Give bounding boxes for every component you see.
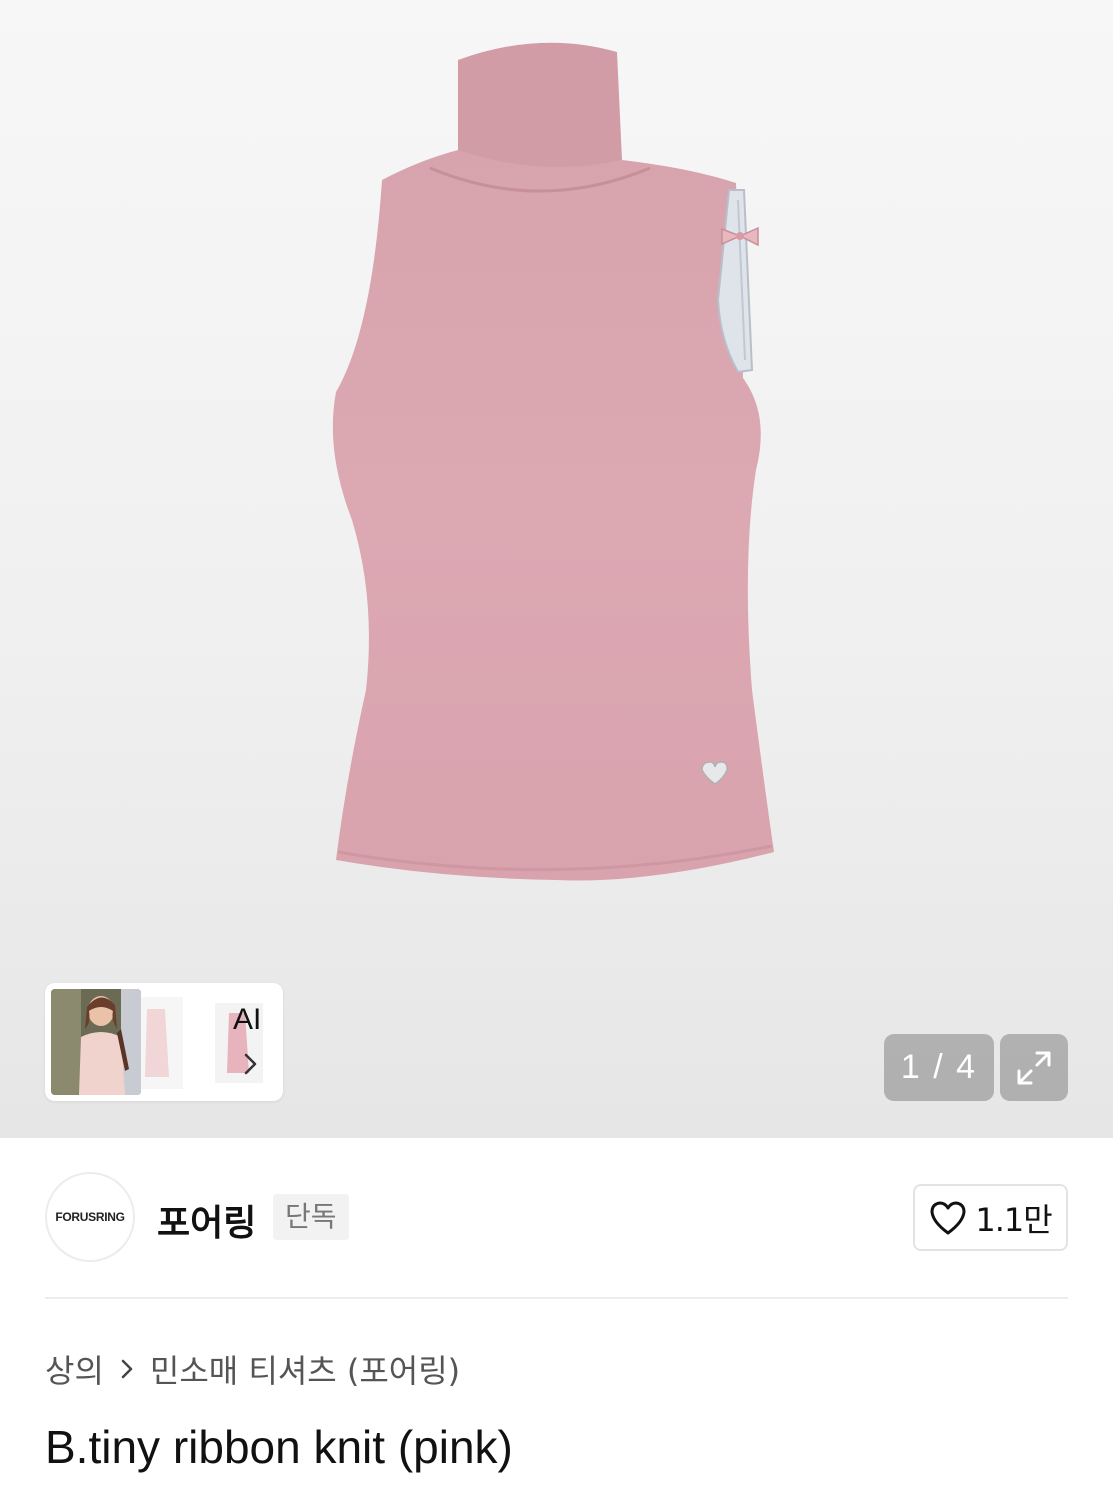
image-counter: 1 / 4	[884, 1034, 994, 1101]
product-image	[332, 42, 774, 881]
ai-label: AI	[233, 1003, 262, 1036]
like-button[interactable]: 1.1만	[913, 1184, 1068, 1251]
divider	[45, 1297, 1068, 1299]
heart-icon	[930, 1201, 966, 1234]
expand-icon	[1017, 1051, 1051, 1084]
breadcrumb: 상의 민소매 티셔츠 (포어링)	[45, 1346, 460, 1392]
brand-row: FORUSRING 포어링 단독 1.1만	[45, 1172, 1068, 1264]
ai-styling-card[interactable]: AI	[45, 983, 283, 1101]
product-image-gallery[interactable]: AI 1 / 4	[0, 0, 1113, 1138]
thumbnail-middle	[137, 997, 183, 1089]
expand-button[interactable]	[1000, 1034, 1068, 1101]
brand-logo[interactable]: FORUSRING	[45, 1172, 135, 1262]
product-title: B.tiny ribbon knit (pink)	[45, 1421, 513, 1473]
brand-name[interactable]: 포어링	[157, 1194, 256, 1246]
chevron-right-icon	[244, 1053, 257, 1075]
chevron-right-icon	[121, 1359, 133, 1379]
breadcrumb-category[interactable]: 상의	[45, 1346, 104, 1392]
model-thumbnail	[51, 989, 141, 1095]
exclusive-badge: 단독	[273, 1194, 349, 1240]
like-count: 1.1만	[975, 1200, 1052, 1239]
breadcrumb-subcategory[interactable]: 민소매 티셔츠 (포어링)	[150, 1346, 460, 1392]
